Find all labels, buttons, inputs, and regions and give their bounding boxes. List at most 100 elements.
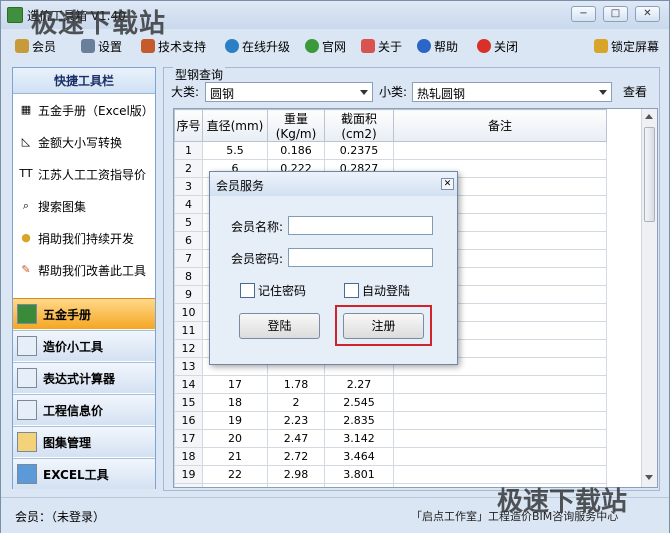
category-label: 工程信息价 [43,403,104,418]
table-cell: 4.155 [324,483,394,487]
ruler-icon [17,336,37,356]
pencil-icon [361,39,375,53]
table-cell [393,447,607,466]
login-button[interactable]: 登陆 [239,313,320,339]
minor-category-label: 小类: [379,85,408,99]
ruler-icon: ◺ [21,135,31,148]
table-cell: 3.26 [267,483,325,487]
col-header-index[interactable]: 序号 [174,109,203,142]
toolbar-member-button[interactable]: 会员 [15,37,56,55]
maximize-button[interactable]: □ [603,6,628,22]
window-close-button[interactable]: ✕ [635,6,660,22]
home-icon [305,39,319,53]
toolbar-support-label: 技术支持 [158,39,207,54]
globe-icon [225,39,239,53]
member-service-dialog: 会员服务 ✕ 会员名称: 会员密码: 记住密码 自动登陆 登陆 注册 [209,171,458,365]
checkbox-box[interactable] [344,283,359,298]
auto-login-checkbox[interactable]: 自动登陆 [344,282,410,299]
minimize-button[interactable]: − [571,6,596,22]
quick-item-search-atlas[interactable]: ⌕ 搜索图集 [13,192,155,220]
quick-item-feedback[interactable]: ✎ 帮助我们改善此工具 [13,256,155,284]
toolbar-website-button[interactable]: 官网 [305,37,346,55]
toolbar-upgrade-button[interactable]: 在线升级 [225,37,290,55]
major-category-select[interactable]: 圆钢 [205,82,373,102]
quick-item-jiangsu-wage[interactable]: TT 江苏人工工资指导价 [13,160,155,188]
table-cell: 2.98 [267,465,325,484]
calculator-icon [17,368,37,388]
toolbar-close-button[interactable]: 关闭 [477,37,518,55]
toolbar-help-button[interactable]: 帮助 [417,37,458,55]
col-header-diameter[interactable]: 直径(mm) [202,109,268,142]
member-status: 会员：（未登录） [15,510,106,524]
member-name-input[interactable] [288,216,433,235]
table-cell [393,393,607,412]
remember-password-checkbox[interactable]: 记住密码 [240,282,306,299]
table-cell: 2.23 [267,411,325,430]
toolbar-about-button[interactable]: 关于 [361,37,402,55]
table-cell: 3.464 [324,447,394,466]
table-row[interactable]: 15 18 2 2.545 [174,393,607,412]
table-cell: 19 [174,465,203,484]
toolbar-settings-button[interactable]: 设置 [81,37,122,55]
quick-item-amount-convert[interactable]: ◺ 金额大小写转换 [13,128,155,156]
toolbar-support-button[interactable]: 技术支持 [141,37,206,55]
table-row[interactable]: 14 17 1.78 2.27 [174,375,607,394]
category-expression-calculator[interactable]: 表达式计算器 [13,362,155,393]
table-cell: 15 [174,393,203,412]
col-header-remark[interactable]: 备注 [393,109,607,142]
excel-chart-icon [17,464,37,484]
table-cell: 2.27 [324,375,394,394]
watermark-bottom: 极速下载站 [497,487,628,517]
table-cell: 20 [174,483,203,487]
table-cell: 0.2375 [324,141,394,160]
help-icon [417,39,431,53]
category-atlas-management[interactable]: 图集管理 [13,426,155,457]
table-row[interactable]: 17 20 2.47 3.142 [174,429,607,448]
category-engineering-price[interactable]: 工程信息价 [13,394,155,425]
dialog-title: 会员服务 [216,179,265,193]
toolbar-upgrade-label: 在线升级 [242,39,291,54]
table-cell [393,375,607,394]
table-cell: 5.5 [202,141,268,160]
quick-item-donate[interactable]: ● 捐助我们持续开发 [13,224,155,252]
col-header-area[interactable]: 截面积(cm2) [324,109,394,142]
tools-icon [81,39,95,53]
lock-screen-button[interactable]: 锁定屏幕 [594,37,659,55]
table-row[interactable]: 18 21 2.72 3.464 [174,447,607,466]
major-category-value: 圆钢 [210,87,235,101]
group-title: 型钢查询 [173,66,226,83]
col-header-weight[interactable]: 重量(Kg/m) [267,109,325,142]
table-cell: 6 [174,231,203,250]
medal-icon: ● [21,231,31,244]
table-cell: 14 [174,375,203,394]
toolbar-help-label: 帮助 [434,39,459,54]
category-cost-tools[interactable]: 造价小工具 [13,330,155,361]
major-category-label: 大类: [171,85,200,99]
table-cell: 22 [202,465,268,484]
category-label: EXCEL工具 [43,467,109,482]
table-cell: 17 [174,429,203,448]
scroll-down-icon[interactable] [645,475,653,480]
dialog-close-icon[interactable]: ✕ [441,178,454,190]
member-password-input[interactable] [288,248,433,267]
table-cell: 3.801 [324,465,394,484]
quick-item-label: 江苏人工工资指导价 [38,167,147,182]
table-cell: 13 [174,357,203,376]
table-row[interactable]: 1 5.5 0.186 0.2375 [174,141,607,160]
quick-item-label: 捐助我们持续开发 [38,231,135,246]
category-hardware-manual[interactable]: 五金手册 [13,298,155,329]
table-row[interactable]: 16 19 2.23 2.835 [174,411,607,430]
scroll-thumb[interactable] [644,127,655,222]
table-cell: 2.545 [324,393,394,412]
vertical-scrollbar[interactable] [641,109,657,487]
scroll-up-icon[interactable] [645,114,653,119]
app-window: 造价工具箱 V1.40 极速下载站 − □ ✕ 会员 设置 技术支持 在线升级 … [0,0,670,533]
category-excel-tools[interactable]: EXCEL工具 [13,458,155,489]
category-label: 表达式计算器 [43,371,116,386]
checkbox-box[interactable] [240,283,255,298]
quick-item-hardware-excel[interactable]: ▦ 五金手册（Excel版） [13,96,155,124]
table-cell: 2.72 [267,447,325,466]
minor-category-value: 热轧圆钢 [417,87,466,101]
minor-category-select[interactable]: 热轧圆钢 [412,82,612,102]
view-button[interactable]: 查看 [623,83,647,100]
